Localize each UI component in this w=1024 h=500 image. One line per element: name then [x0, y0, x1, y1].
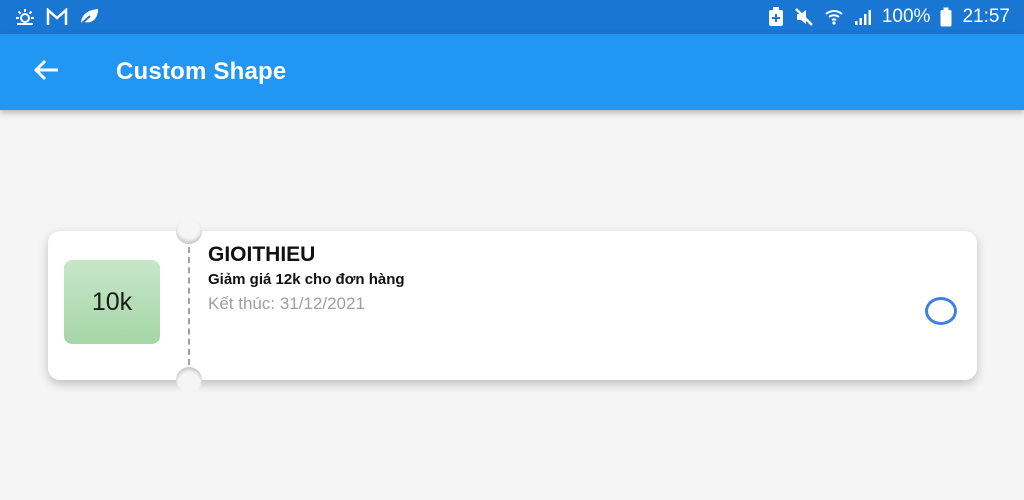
status-left	[14, 7, 100, 27]
mute-icon	[794, 7, 814, 27]
status-time: 21:57	[962, 6, 1010, 27]
voucher-amount-badge: 10k	[64, 260, 160, 344]
voucher-code: GIOITHIEU	[208, 243, 316, 266]
ticket-notch-top	[176, 218, 202, 244]
voucher-description: Giảm giá 12k cho đơn hàng	[208, 271, 405, 288]
voucher-card[interactable]: 10k GIOITHIEU Giảm giá 12k cho đơn hàng …	[48, 218, 977, 393]
page-title: Custom Shape	[116, 58, 287, 85]
wifi-icon	[824, 7, 844, 27]
sun-settings-icon	[14, 7, 36, 27]
dashed-divider	[188, 247, 190, 365]
battery-icon	[940, 7, 952, 27]
status-bar: 100% 21:57	[0, 0, 1024, 34]
battery-saver-icon	[768, 7, 784, 27]
voucher-info: GIOITHIEU Giảm giá 12k cho đơn hàng Kết …	[208, 243, 405, 314]
ticket-notch-bottom	[176, 367, 202, 393]
gmail-icon	[46, 7, 68, 27]
back-button[interactable]	[22, 48, 70, 96]
voucher-expiry: Kết thúc: 31/12/2021	[208, 294, 365, 313]
voucher-select-radio[interactable]	[925, 297, 957, 325]
battery-percent: 100%	[881, 6, 931, 27]
arrow-back-icon	[32, 58, 60, 87]
leaf-icon	[78, 7, 100, 27]
signal-icon	[854, 7, 872, 27]
status-right: 100% 21:57	[768, 6, 1010, 28]
app-bar: Custom Shape	[0, 34, 1024, 110]
